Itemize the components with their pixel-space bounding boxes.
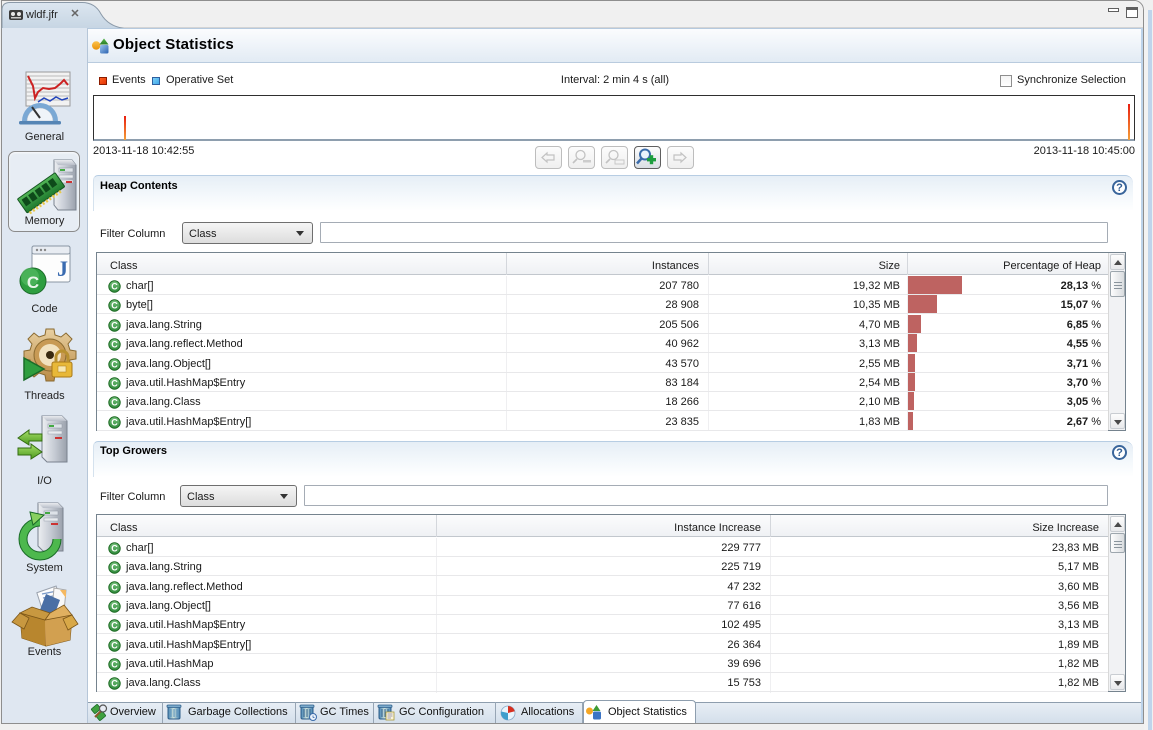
svg-text:C: C xyxy=(111,563,118,573)
svg-text:C: C xyxy=(111,301,118,311)
svg-text:C: C xyxy=(111,544,118,554)
svg-text:C: C xyxy=(111,640,118,650)
svg-text:C: C xyxy=(111,340,118,350)
svg-text:C: C xyxy=(111,320,118,330)
svg-text:C: C xyxy=(111,379,118,389)
svg-text:J: J xyxy=(57,256,68,281)
svg-text:C: C xyxy=(27,273,39,292)
svg-text:C: C xyxy=(111,582,118,592)
svg-text:C: C xyxy=(111,679,118,689)
svg-text:C: C xyxy=(111,601,118,611)
svg-text:C: C xyxy=(111,282,118,292)
svg-text:C: C xyxy=(111,659,118,669)
svg-text:C: C xyxy=(111,359,118,369)
svg-text:C: C xyxy=(111,621,118,631)
svg-text:C: C xyxy=(111,417,118,427)
svg-text:C: C xyxy=(111,398,118,408)
